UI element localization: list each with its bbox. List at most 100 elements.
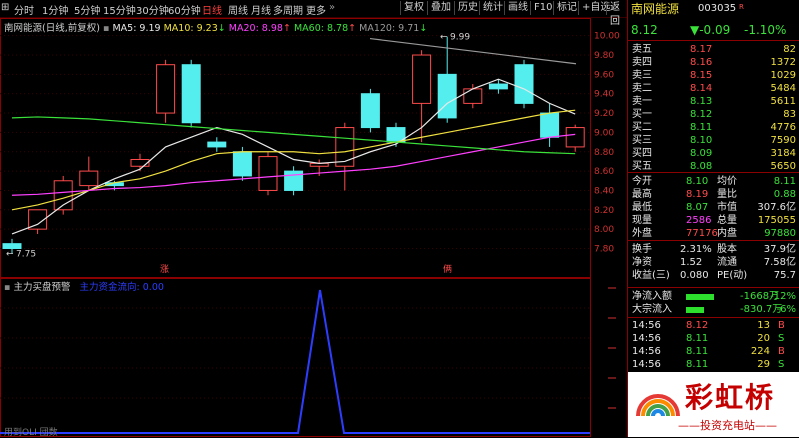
stat-row: 外盘 77176 内盘 97880 bbox=[628, 228, 799, 240]
stat-value: 2586 bbox=[686, 215, 712, 226]
tick-volume: 20 bbox=[757, 333, 770, 344]
stat-value: 8.10 bbox=[686, 176, 709, 187]
stock-chart-title: 南网能源(日线,前复权) bbox=[4, 23, 100, 34]
price-change-pct: -1.10% bbox=[744, 23, 787, 37]
overlay-button[interactable]: 叠加 bbox=[427, 1, 454, 15]
flow-row: 净流入额 -1668万 -12% bbox=[628, 291, 799, 303]
stats-button[interactable]: 统计 bbox=[479, 1, 506, 15]
y-tick-label: 8.20 bbox=[594, 206, 614, 216]
stat-label: 市值 bbox=[717, 202, 737, 213]
f10-button[interactable]: F10 bbox=[530, 1, 555, 15]
candle-body bbox=[514, 64, 534, 104]
order-book-row[interactable]: 卖五 8.17 82 bbox=[628, 44, 799, 56]
candle-body bbox=[2, 243, 22, 249]
tab-period-monthly[interactable]: 月线 bbox=[251, 2, 271, 17]
ma20-label: MA20: 8.98 bbox=[228, 23, 283, 34]
candle-body bbox=[181, 64, 201, 124]
candlestick-canvas: 10.00 9.80 9.60 9.40 9.20 9.00 8.80 8.60 8.40 8.2… bbox=[0, 18, 620, 278]
stat-label: 总量 bbox=[717, 215, 737, 226]
divider bbox=[628, 172, 799, 173]
tick-time: 14:56 bbox=[632, 333, 661, 344]
tick-volume: 13 bbox=[757, 320, 770, 331]
stat-label: 量比 bbox=[717, 189, 737, 200]
indicator-series-label: 主力资金流向: 0.00 bbox=[79, 282, 164, 293]
order-book-row[interactable]: 买一 8.12 83 bbox=[628, 109, 799, 121]
order-price: 8.12 bbox=[690, 109, 713, 120]
price-change: ▼-0.09 bbox=[690, 23, 731, 37]
stat-row: 现量 2586 总量 175055 bbox=[628, 215, 799, 227]
tick-volume: 224 bbox=[750, 346, 770, 357]
candle-body bbox=[156, 64, 176, 114]
tab-period-weekly[interactable]: 周线 bbox=[228, 2, 248, 17]
candle-body bbox=[540, 112, 560, 138]
stat-value: 8.19 bbox=[686, 189, 709, 200]
order-book-row[interactable]: 卖一 8.13 5611 bbox=[628, 96, 799, 108]
order-level-label: 买二 bbox=[632, 122, 652, 133]
fundamental-row: 换手 2.31% 股本 37.9亿 bbox=[628, 244, 799, 256]
tab-period-more[interactable]: 更多 bbox=[306, 2, 326, 17]
candle-body bbox=[335, 127, 355, 167]
tick-flag: B bbox=[778, 320, 785, 331]
tab-period-multi[interactable]: 多周期 bbox=[273, 2, 303, 17]
order-book-row[interactable]: 买三 8.10 7590 bbox=[628, 135, 799, 147]
watermark-subtitle: ——投资充电站—— bbox=[678, 419, 777, 432]
fundamental-value: 7.58亿 bbox=[763, 257, 796, 268]
more-dropdown-icon[interactable]: » bbox=[329, 2, 335, 13]
flow-label: 净流入额 bbox=[632, 291, 672, 302]
order-book-row[interactable]: 卖四 8.16 1372 bbox=[628, 57, 799, 69]
quote-header: 南网能源 003035 R bbox=[628, 3, 799, 17]
draw-line-button[interactable]: 画线 bbox=[504, 1, 531, 15]
adjust-button[interactable]: 复权 bbox=[400, 1, 427, 15]
tick-row: 14:56 8.11 29 S bbox=[628, 359, 799, 371]
mark-button[interactable]: 标记 bbox=[553, 1, 580, 15]
y-tick-label: 7.80 bbox=[594, 244, 614, 254]
stat-label: 今开 bbox=[632, 176, 652, 187]
indicator-canvas bbox=[0, 278, 616, 437]
r-badge-icon: R bbox=[739, 3, 744, 11]
order-level-label: 买四 bbox=[632, 148, 652, 159]
arrow-down-icon: ↓ bbox=[217, 23, 226, 34]
candle-body bbox=[258, 156, 278, 191]
y-tick-label: 9.40 bbox=[594, 90, 614, 100]
stat-label: 内盘 bbox=[717, 228, 737, 239]
order-price: 8.16 bbox=[690, 57, 713, 68]
tab-period-daily[interactable]: 日线 bbox=[202, 2, 222, 17]
indicator-chart[interactable]: ▪ 主力买盘预警 主力资金流向: 0.00 用到OLI 団数 bbox=[0, 278, 627, 438]
stat-row: 最高 8.19 量比 0.88 bbox=[628, 189, 799, 201]
history-button[interactable]: 历史 bbox=[454, 1, 481, 15]
fundamental-row: 收益(三) 0.080 PE(动) 75.7 bbox=[628, 270, 799, 282]
back-button[interactable]: 返回 bbox=[606, 1, 627, 27]
stat-row: 今开 8.10 均价 8.11 bbox=[628, 176, 799, 188]
stat-label: 最低 bbox=[632, 202, 652, 213]
order-price: 8.15 bbox=[690, 70, 713, 81]
tab-period-1min[interactable]: 1分钟 bbox=[42, 2, 68, 17]
stat-label: 现量 bbox=[632, 215, 652, 226]
ma5-line bbox=[11, 78, 576, 235]
tab-period-5min[interactable]: 5分钟 bbox=[74, 2, 100, 17]
order-book-row[interactable]: 买四 8.09 3184 bbox=[628, 148, 799, 160]
order-book-row[interactable]: 卖二 8.14 5484 bbox=[628, 83, 799, 95]
candle-body bbox=[412, 54, 432, 104]
tick-row: 14:56 8.12 13 B bbox=[628, 320, 799, 332]
legend-dot-icon: ▪ bbox=[102, 23, 110, 34]
order-level-label: 卖四 bbox=[632, 57, 652, 68]
stat-label: 外盘 bbox=[632, 228, 652, 239]
tab-period-fenshi[interactable]: 分时 bbox=[14, 2, 34, 17]
tab-period-15min[interactable]: 15分钟 bbox=[103, 2, 136, 17]
tick-row: 14:56 8.11 20 S bbox=[628, 333, 799, 345]
candlestick-chart[interactable]: 10.00 9.80 9.60 9.40 9.20 9.00 8.80 8.60 8.40 8.2… bbox=[0, 18, 627, 278]
stock-name: 南网能源 bbox=[631, 2, 680, 16]
order-book-row[interactable]: 买二 8.11 4776 bbox=[628, 122, 799, 134]
toolbar-icon[interactable]: ⊞ bbox=[1, 2, 9, 13]
y-tick-label: 10.00 bbox=[594, 32, 620, 42]
rainbow-logo-icon bbox=[636, 394, 680, 417]
tab-period-30min[interactable]: 30分钟 bbox=[136, 2, 169, 17]
order-book-row[interactable]: 卖三 8.15 1029 bbox=[628, 70, 799, 82]
candle-body bbox=[488, 83, 508, 90]
arrow-up-icon: ↑ bbox=[282, 23, 291, 34]
order-level-label: 卖一 bbox=[632, 96, 652, 107]
y-tick-label: 8.60 bbox=[594, 167, 614, 177]
tab-period-60min[interactable]: 60分钟 bbox=[168, 2, 201, 17]
tick-flag: S bbox=[778, 359, 785, 370]
candle-body bbox=[437, 73, 457, 119]
